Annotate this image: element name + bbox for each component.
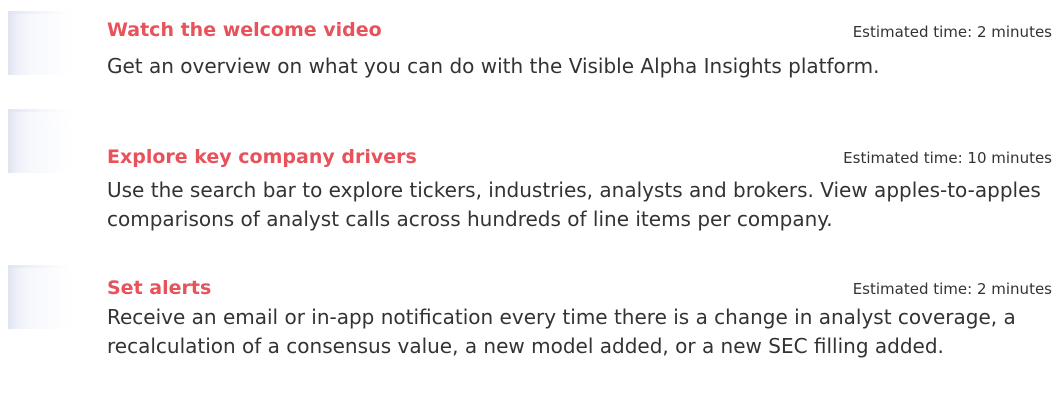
task-title[interactable]: Explore key company drivers <box>107 145 417 169</box>
onboarding-task-list: Watch the welcome video Estimated time: … <box>0 0 1057 395</box>
task-title[interactable]: Set alerts <box>107 276 211 300</box>
task-thumbnail[interactable] <box>8 109 72 173</box>
task-description: Use the search bar to explore tickers, i… <box>107 178 1041 231</box>
task-estimated-time: Estimated time: 10 minutes <box>843 149 1052 167</box>
task-estimated-time: Estimated time: 2 minutes <box>852 23 1052 41</box>
task-thumbnail[interactable] <box>8 265 72 329</box>
task-description: Receive an email or in-app notification … <box>107 305 1016 358</box>
task-title[interactable]: Watch the welcome video <box>107 18 382 42</box>
task-description: Get an overview on what you can do with … <box>107 54 880 78</box>
task-thumbnail[interactable] <box>8 11 72 75</box>
task-estimated-time: Estimated time: 2 minutes <box>852 280 1052 298</box>
